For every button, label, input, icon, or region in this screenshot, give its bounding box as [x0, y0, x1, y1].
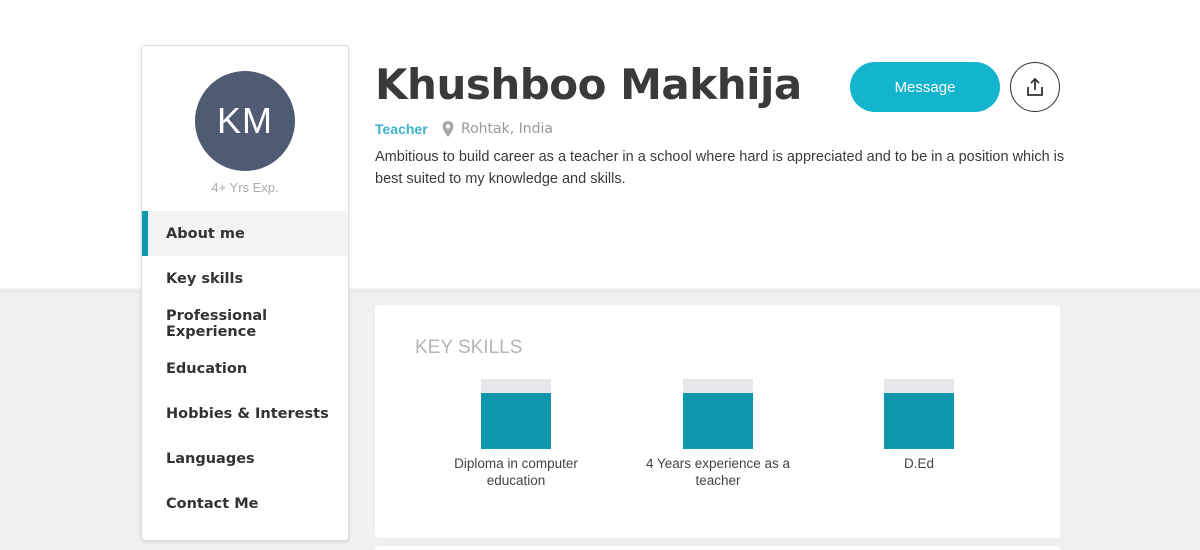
sidebar-item-label: Languages — [166, 450, 255, 467]
sidebar-item-label: About me — [166, 225, 245, 242]
profile-name: Khushboo Makhija — [375, 60, 802, 109]
sidebar-item-label: Contact Me — [166, 495, 259, 512]
share-upload-icon — [1027, 77, 1043, 96]
skill-level-fill — [481, 393, 551, 449]
sidebar-nav: About me Key skills Professional Experie… — [142, 211, 348, 526]
next-section-card — [375, 546, 1060, 550]
skill-level-fill — [884, 393, 954, 449]
sidebar-item-education[interactable]: Education — [142, 346, 348, 391]
skill-level-bar — [481, 379, 551, 449]
avatar: KM — [195, 71, 295, 171]
share-button[interactable] — [1010, 62, 1060, 112]
profile-sidebar: KM 4+ Yrs Exp. About me Key skills Profe… — [141, 45, 349, 541]
sidebar-item-contact-me[interactable]: Contact Me — [142, 481, 348, 526]
key-skills-card: KEY SKILLS Diploma in computer education… — [375, 305, 1060, 538]
sidebar-item-languages[interactable]: Languages — [142, 436, 348, 481]
sidebar-item-label: Hobbies & Interests — [166, 405, 329, 422]
sidebar-item-label: Education — [166, 360, 248, 377]
skill-item: 4 Years experience as a teacher — [633, 379, 803, 489]
skill-label: 4 Years experience as a teacher — [645, 456, 791, 488]
skill-level-bar — [683, 379, 753, 449]
skill-item: D.Ed — [834, 379, 1004, 472]
profile-bio: Ambitious to build career as a teacher i… — [375, 149, 1065, 187]
profile-role: Teacher — [375, 121, 428, 137]
sidebar-item-key-skills[interactable]: Key skills — [142, 256, 348, 301]
location-pin-icon — [442, 121, 454, 137]
key-skills-title: KEY SKILLS — [415, 337, 523, 358]
sidebar-item-label: Professional Experience — [166, 307, 268, 340]
skill-level-fill — [683, 393, 753, 449]
message-button[interactable]: Message — [850, 62, 1000, 112]
skill-label: Diploma in computer education — [454, 456, 578, 488]
sidebar-item-label: Key skills — [166, 270, 244, 287]
skill-level-bar — [884, 379, 954, 449]
sidebar-item-hobbies[interactable]: Hobbies & Interests — [142, 391, 348, 436]
location-text: Rohtak, India — [461, 121, 553, 137]
profile-location: Rohtak, India — [441, 120, 553, 138]
sidebar-item-about-me[interactable]: About me — [142, 211, 348, 256]
skill-label: D.Ed — [903, 456, 934, 471]
experience-text: 4+ Yrs Exp. — [211, 180, 279, 195]
skill-item: Diploma in computer education — [431, 379, 601, 489]
sidebar-item-professional-experience[interactable]: Professional Experience — [142, 301, 348, 346]
